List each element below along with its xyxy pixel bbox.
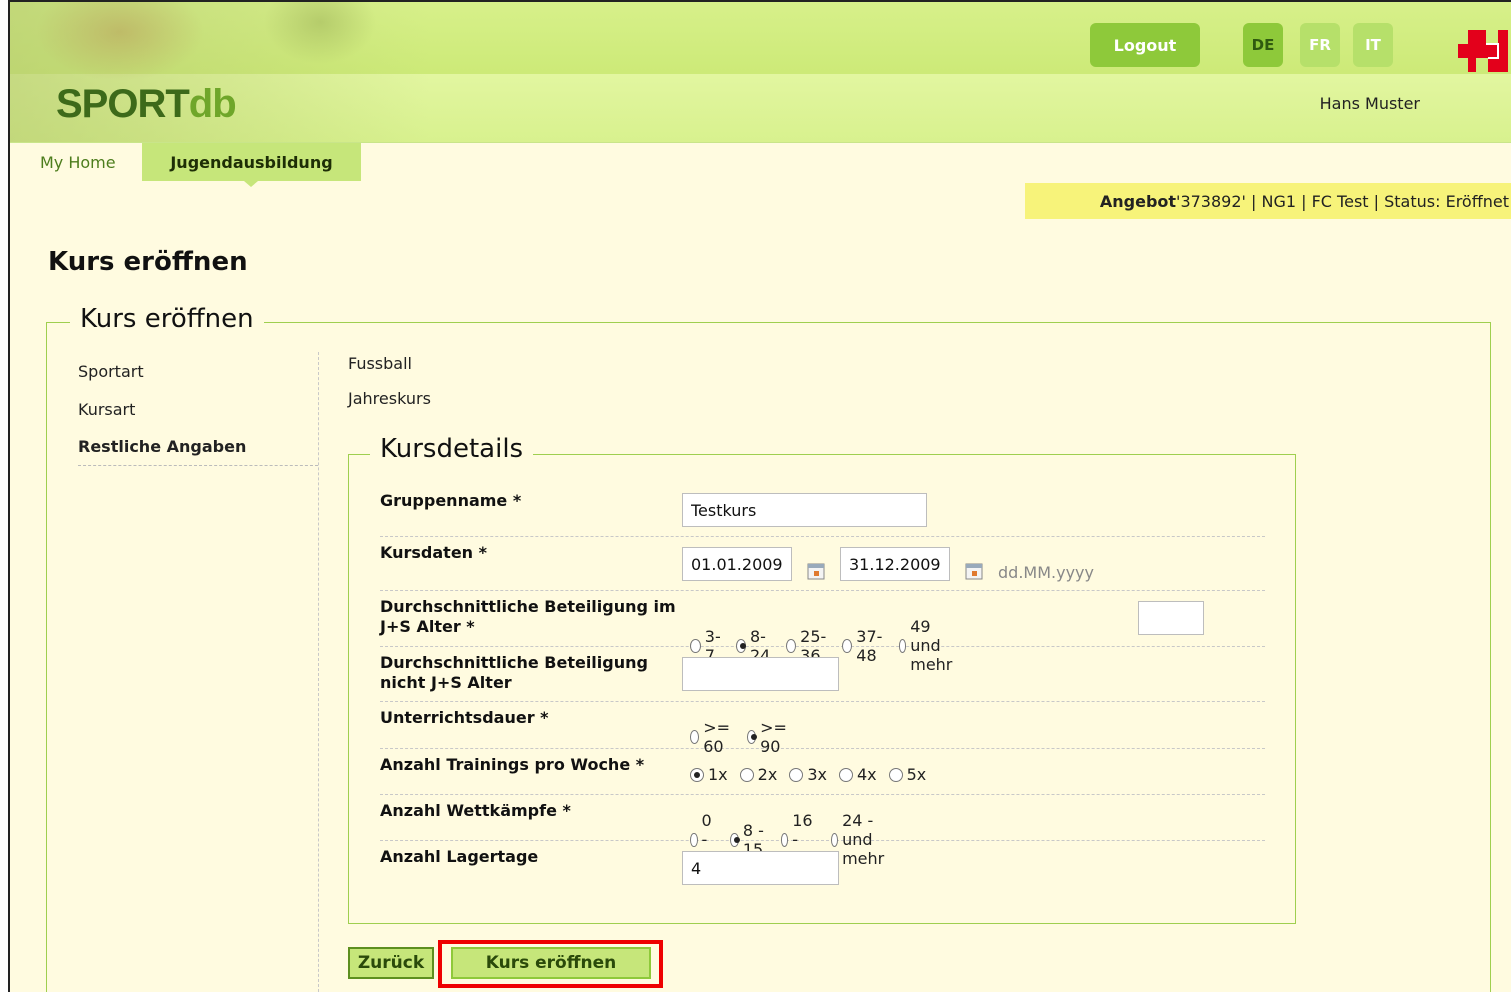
radio-icon[interactable] — [690, 730, 700, 744]
row-kursdaten: Kursdaten * dd.MM.yyyy — [380, 537, 1265, 591]
row-trainings: Anzahl Trainings pro Woche * 1x 2x 3x 4x… — [380, 749, 1265, 795]
header: SPORTdb Logout DE FR IT Hans Muster — [10, 2, 1511, 142]
beteiligung-49-plus-input[interactable] — [1138, 601, 1204, 635]
date-format-hint: dd.MM.yyyy — [998, 563, 1094, 582]
beteiligung-nicht-js-label: Durchschnittliche Beteiligung nicht J+S … — [380, 653, 648, 692]
row-unterrichtsdauer: Unterrichtsdauer * >= 60 >= 90 — [380, 702, 1265, 756]
kursdaten-label: Kursdaten * — [380, 543, 487, 562]
radio-selected-icon[interactable] — [746, 730, 758, 744]
row-wettkaempfe: Anzahl Wettkämpfe * 0 - 7 8 - 15 16 - 23… — [380, 795, 1265, 868]
trainings-5x-option[interactable]: 5x — [888, 765, 926, 784]
gruppenname-label: Gruppenname * — [380, 491, 522, 510]
lagertage-input[interactable] — [682, 851, 839, 885]
browser-frame: SPORTdb Logout DE FR IT Hans Muster My H… — [8, 0, 1511, 992]
step-sportart[interactable]: Sportart — [78, 352, 318, 390]
lagertage-label: Anzahl Lagertage — [380, 847, 539, 866]
kursdaten-from-input[interactable] — [682, 547, 792, 581]
radio-selected-icon[interactable] — [690, 767, 704, 782]
kursdetails-legend: Kursdetails — [370, 434, 534, 464]
radio-icon[interactable] — [789, 767, 804, 782]
angebot-label: Angebot — [1099, 191, 1177, 211]
kursdaten-to-input[interactable] — [840, 547, 950, 581]
wizard-steps: Sportart Kursart Restliche Angaben — [78, 352, 318, 466]
trainings-4x-option[interactable]: 4x — [838, 765, 877, 784]
row-beteiligung-nicht-js: Durchschnittliche Beteiligung nicht J+S … — [380, 647, 1265, 702]
wettkaempfe-label: Anzahl Wettkämpfe * — [380, 801, 571, 820]
row-lagertage: Anzahl Lagertage — [380, 841, 1265, 891]
trainings-1x-option[interactable]: 1x — [690, 765, 728, 784]
angebot-info: '373892' | NG1 | FC Test | Status: Eröff… — [1176, 191, 1509, 211]
row-gruppenname: Gruppenname * — [380, 485, 1265, 537]
beteiligung-nicht-js-input[interactable] — [682, 657, 839, 691]
radio-icon[interactable] — [888, 767, 903, 782]
swiss-cross-logo-icon — [1458, 30, 1508, 72]
gruppenname-input[interactable] — [682, 493, 927, 527]
trainings-2x-option[interactable]: 2x — [739, 765, 777, 784]
unterrichtsdauer-label: Unterrichtsdauer * — [380, 708, 549, 727]
tab-jugendausbildung[interactable]: Jugendausbildung — [142, 143, 361, 187]
sportart-value: Fussball — [348, 354, 412, 373]
page-title: Kurs eröffnen — [48, 247, 248, 277]
step-divider — [318, 352, 319, 992]
main-nav: My Home Jugendausbildung — [10, 142, 1511, 187]
kurs-eroeffnen-button[interactable]: Kurs eröffnen — [451, 947, 651, 979]
lang-fr-button[interactable]: FR — [1300, 23, 1340, 67]
trainings-3x-option[interactable]: 3x — [789, 765, 827, 784]
calendar-from-icon[interactable] — [806, 561, 826, 581]
kurs-form-legend: Kurs eröffnen — [70, 304, 264, 334]
trainings-label: Anzahl Trainings pro Woche * — [380, 755, 645, 774]
angebot-status-bar: Angebot '373892' | NG1 | FC Test | Statu… — [1025, 183, 1511, 219]
sportdb-logo[interactable]: SPORTdb — [56, 82, 237, 127]
trainings-radio-group: 1x 2x 3x 4x 5x — [690, 765, 926, 784]
step-restliche-angaben[interactable]: Restliche Angaben — [78, 428, 318, 466]
radio-icon[interactable] — [739, 767, 754, 782]
radio-icon[interactable] — [838, 767, 853, 782]
lang-de-button[interactable]: DE — [1243, 23, 1283, 67]
beteiligung-js-label: Durchschnittliche Beteiligung im J+S Alt… — [380, 597, 676, 636]
back-button[interactable]: Zurück — [348, 947, 434, 979]
tab-my-home[interactable]: My Home — [18, 143, 138, 181]
row-beteiligung-js: Durchschnittliche Beteiligung im J+S Alt… — [380, 591, 1265, 674]
logout-button[interactable]: Logout — [1090, 23, 1200, 67]
lang-it-button[interactable]: IT — [1353, 23, 1393, 67]
kursart-value: Jahreskurs — [348, 389, 431, 408]
user-name: Hans Muster — [1319, 94, 1420, 113]
step-kursart[interactable]: Kursart — [78, 390, 318, 428]
calendar-to-icon[interactable] — [964, 561, 984, 581]
